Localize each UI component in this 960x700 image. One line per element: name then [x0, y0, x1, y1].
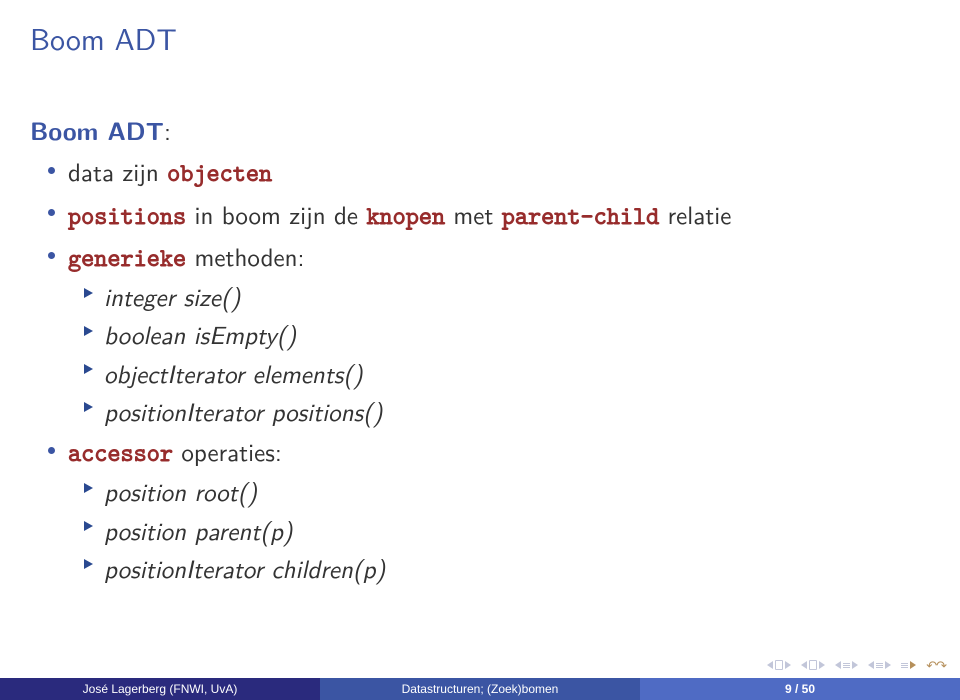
nav-prevslide-icon[interactable] — [835, 661, 858, 669]
bullet-1: data zijn objecten — [30, 153, 900, 191]
method-elements: objectIterator elements() — [30, 355, 900, 391]
beamer-nav-icons: ↶↷ — [767, 656, 946, 674]
slide-body: Boom ADT: data zijn objecten positions i… — [30, 112, 900, 586]
bullet-3: generieke methoden: — [30, 238, 900, 276]
method-parent: position parent(p) — [30, 512, 900, 548]
nav-nextslide-icon[interactable] — [868, 661, 891, 669]
footer-author: José Lagerberg (FNWI, UvA) — [0, 678, 320, 700]
method-children: positionIterator children(p) — [30, 550, 900, 586]
bullet-4: accessor operaties: — [30, 433, 900, 471]
footer: José Lagerberg (FNWI, UvA) Datastructure… — [0, 678, 960, 700]
kw-parent-child: parent-child — [502, 199, 660, 232]
slide-title: Boom ADT — [30, 16, 177, 60]
nav-first-icon[interactable] — [767, 660, 791, 670]
method-root: position root() — [30, 473, 900, 509]
bullet-2: positions in boom zijn de knopen met par… — [30, 196, 900, 234]
kw-accessor: accessor — [68, 436, 173, 469]
kw-positions: positions — [68, 199, 186, 232]
method-size: integer size() — [30, 278, 900, 314]
nav-cycle-icon[interactable]: ↶↷ — [926, 656, 946, 675]
nav-prev-icon[interactable] — [801, 660, 825, 670]
kw-objecten: objecten — [167, 156, 272, 189]
method-positions: positionIterator positions() — [30, 393, 900, 429]
method-isempty: boolean isEmpty() — [30, 316, 900, 352]
footer-page: 9 / 50 — [640, 678, 960, 700]
footer-topic: Datastructuren; (Zoek)bomen — [320, 678, 640, 700]
subheading-line: Boom ADT: — [30, 112, 900, 149]
nav-lines-icon[interactable] — [901, 661, 916, 669]
slide: Boom ADT Boom ADT: data zijn objecten po… — [0, 0, 960, 700]
kw-knopen: knopen — [366, 199, 445, 232]
subheading: Boom ADT — [30, 113, 164, 148]
kw-generieke: generieke — [68, 241, 186, 274]
